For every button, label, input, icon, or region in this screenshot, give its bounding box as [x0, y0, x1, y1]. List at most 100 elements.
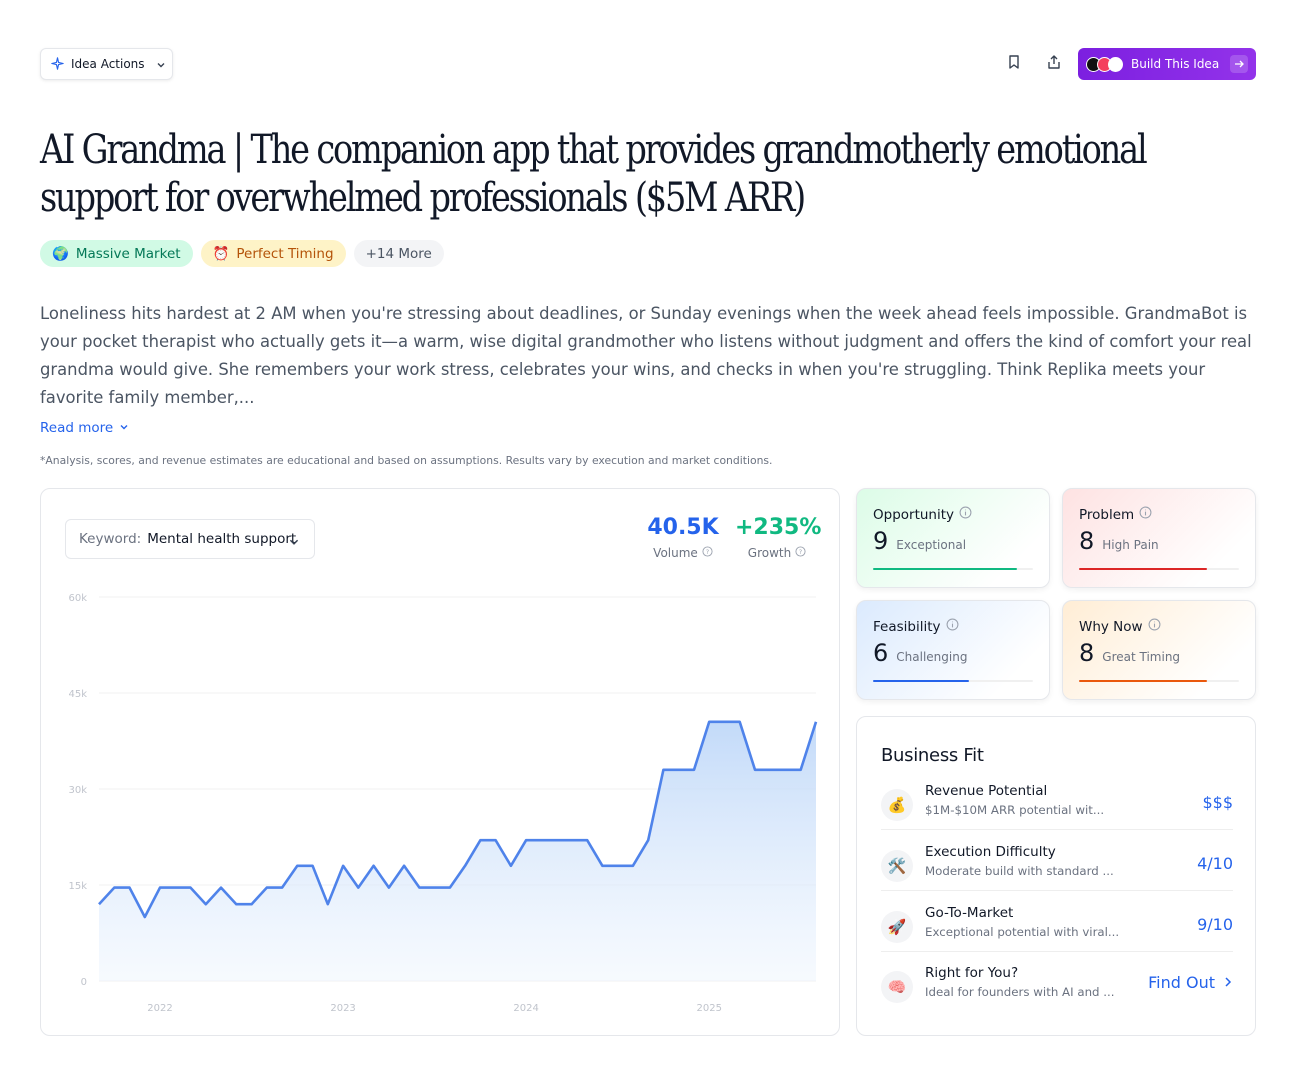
trend-chart: 0 15k 30k 45k 60k 2022 2023 2024 2025: [68, 593, 818, 1014]
sparkle-icon: [51, 55, 64, 74]
score-bar: [873, 680, 1033, 682]
tag-perfect-timing[interactable]: ⏰ Perfect Timing: [200, 240, 346, 267]
y-tick-label: 30k: [68, 785, 87, 796]
bookmark-button[interactable]: [1002, 52, 1026, 76]
chevron-down-icon: [119, 420, 129, 436]
score-bar: [1079, 680, 1239, 682]
info-icon[interactable]: [959, 506, 972, 523]
volume-value: 40.5K: [647, 515, 719, 540]
keyword-value: Mental health support: [147, 531, 297, 547]
business-fit-row-right-for-you: 🧠 Right for You? Ideal for founders with…: [881, 965, 1233, 1013]
svg-text:?: ?: [799, 548, 802, 556]
x-tick-label: 2024: [513, 1003, 538, 1014]
read-more-link[interactable]: Read more: [40, 420, 129, 436]
row-detail: Exceptional potential with viral...: [925, 925, 1120, 939]
score-bar-fill: [1079, 680, 1207, 682]
score-bar: [1079, 568, 1239, 570]
idea-actions-button[interactable]: Idea Actions: [40, 48, 173, 80]
growth-label: Growth: [747, 546, 792, 560]
business-fit-row-execution[interactable]: 🛠️ Execution Difficulty Moderate build w…: [881, 844, 1233, 892]
x-tick-label: 2023: [330, 1003, 355, 1014]
score-card-why-now[interactable]: Why Now 8 Great Timing: [1062, 600, 1256, 700]
tools-icon: 🛠️: [881, 850, 913, 882]
top-toolbar: Idea Actions Build This Idea: [40, 48, 1256, 80]
info-icon[interactable]: [946, 618, 959, 635]
disclaimer: *Analysis, scores, and revenue estimates…: [40, 454, 773, 467]
row-name: Execution Difficulty: [925, 844, 1056, 860]
read-more-label: Read more: [40, 420, 114, 436]
v0-logo-icon: [1108, 56, 1123, 72]
score-bar-fill: [873, 680, 969, 682]
divider: [881, 951, 1233, 952]
trend-chart-card: 0 15k 30k 45k 60k 2022 2023 2024 2025 Keyword: M…: [40, 488, 840, 1036]
business-fit-row-revenue[interactable]: 💰 Revenue Potential $1M-$10M ARR potenti…: [881, 783, 1233, 831]
score-card-feasibility[interactable]: Feasibility 6 Challenging: [856, 600, 1050, 700]
idea-description: Loneliness hits hardest at 2 AM when you…: [40, 304, 1252, 407]
business-fit-card: Business Fit 💰 Revenue Potential $1M-$10…: [856, 716, 1256, 1036]
row-name: Right for You?: [925, 965, 1019, 981]
y-tick-label: 45k: [68, 689, 87, 700]
row-value: 9/10: [1197, 915, 1233, 934]
alarm-clock-icon: ⏰: [212, 245, 230, 262]
rocket-icon: 🚀: [881, 911, 913, 943]
row-name: Revenue Potential: [925, 783, 1048, 799]
info-icon[interactable]: [1148, 618, 1161, 635]
find-out-link[interactable]: Find Out: [1148, 973, 1233, 992]
score-label: Great Timing: [1102, 650, 1181, 664]
brain-icon: 🧠: [881, 971, 913, 1003]
builder-logos: [1086, 56, 1123, 72]
score-value: 6: [873, 639, 889, 667]
score-bar-fill: [873, 568, 1017, 570]
score-value: 9: [873, 527, 889, 555]
score-label: Exceptional: [896, 538, 967, 552]
share-icon: [1046, 54, 1062, 74]
score-value: 8: [1079, 639, 1095, 667]
score-label: Challenging: [896, 650, 968, 664]
build-this-idea-button[interactable]: Build This Idea: [1078, 48, 1256, 80]
help-icon[interactable]: ?: [702, 546, 713, 560]
score-title: Why Now: [1079, 618, 1143, 635]
tag-label: Perfect Timing: [236, 245, 334, 262]
x-tick-label: 2025: [696, 1003, 721, 1014]
series-area: [99, 721, 816, 981]
volume-label: Volume: [653, 546, 698, 560]
keyword-select[interactable]: Keyword: Mental health support: [65, 519, 315, 559]
row-detail: Ideal for founders with AI and ...: [925, 985, 1115, 999]
bookmark-icon: [1006, 54, 1022, 74]
row-detail: Moderate build with standard ...: [925, 864, 1114, 878]
growth-stat: +235% Growth ?: [735, 515, 821, 560]
divider: [881, 829, 1233, 830]
tag-massive-market[interactable]: 🌍 Massive Market: [40, 240, 193, 267]
row-value: $$$: [1202, 793, 1233, 812]
score-card-opportunity[interactable]: Opportunity 9 Exceptional: [856, 488, 1050, 588]
help-icon[interactable]: ?: [795, 546, 806, 560]
score-title: Opportunity: [873, 506, 955, 523]
share-button[interactable]: [1042, 52, 1066, 76]
info-icon[interactable]: [1139, 506, 1152, 523]
build-label: Build This Idea: [1131, 57, 1220, 71]
row-detail: $1M-$10M ARR potential wit...: [925, 803, 1105, 817]
y-tick-label: 0: [81, 977, 87, 988]
score-title: Feasibility: [873, 618, 941, 635]
volume-stat: 40.5K Volume ?: [647, 515, 719, 560]
score-bar-fill: [1079, 568, 1207, 570]
arrow-right-icon: [1230, 55, 1248, 73]
globe-icon: 🌍: [52, 245, 69, 262]
divider: [881, 890, 1233, 891]
x-tick-label: 2022: [147, 1003, 172, 1014]
keyword-label: Keyword:: [79, 531, 142, 547]
row-name: Go-To-Market: [925, 905, 1014, 921]
score-label: High Pain: [1102, 538, 1159, 552]
idea-actions-label: Idea Actions: [71, 57, 145, 71]
find-out-label: Find Out: [1148, 973, 1215, 992]
tag-label: Massive Market: [75, 245, 181, 262]
business-fit-row-go-to-market[interactable]: 🚀 Go-To-Market Exceptional potential wit…: [881, 905, 1233, 953]
score-title: Problem: [1079, 506, 1135, 523]
tag-label: +14 More: [365, 245, 432, 262]
tag-more[interactable]: +14 More: [353, 240, 444, 267]
row-value: 4/10: [1197, 854, 1233, 873]
score-bar: [873, 568, 1033, 570]
score-card-problem[interactable]: Problem 8 High Pain: [1062, 488, 1256, 588]
chevron-right-icon: [1223, 973, 1233, 992]
chevron-down-icon: [156, 55, 166, 74]
